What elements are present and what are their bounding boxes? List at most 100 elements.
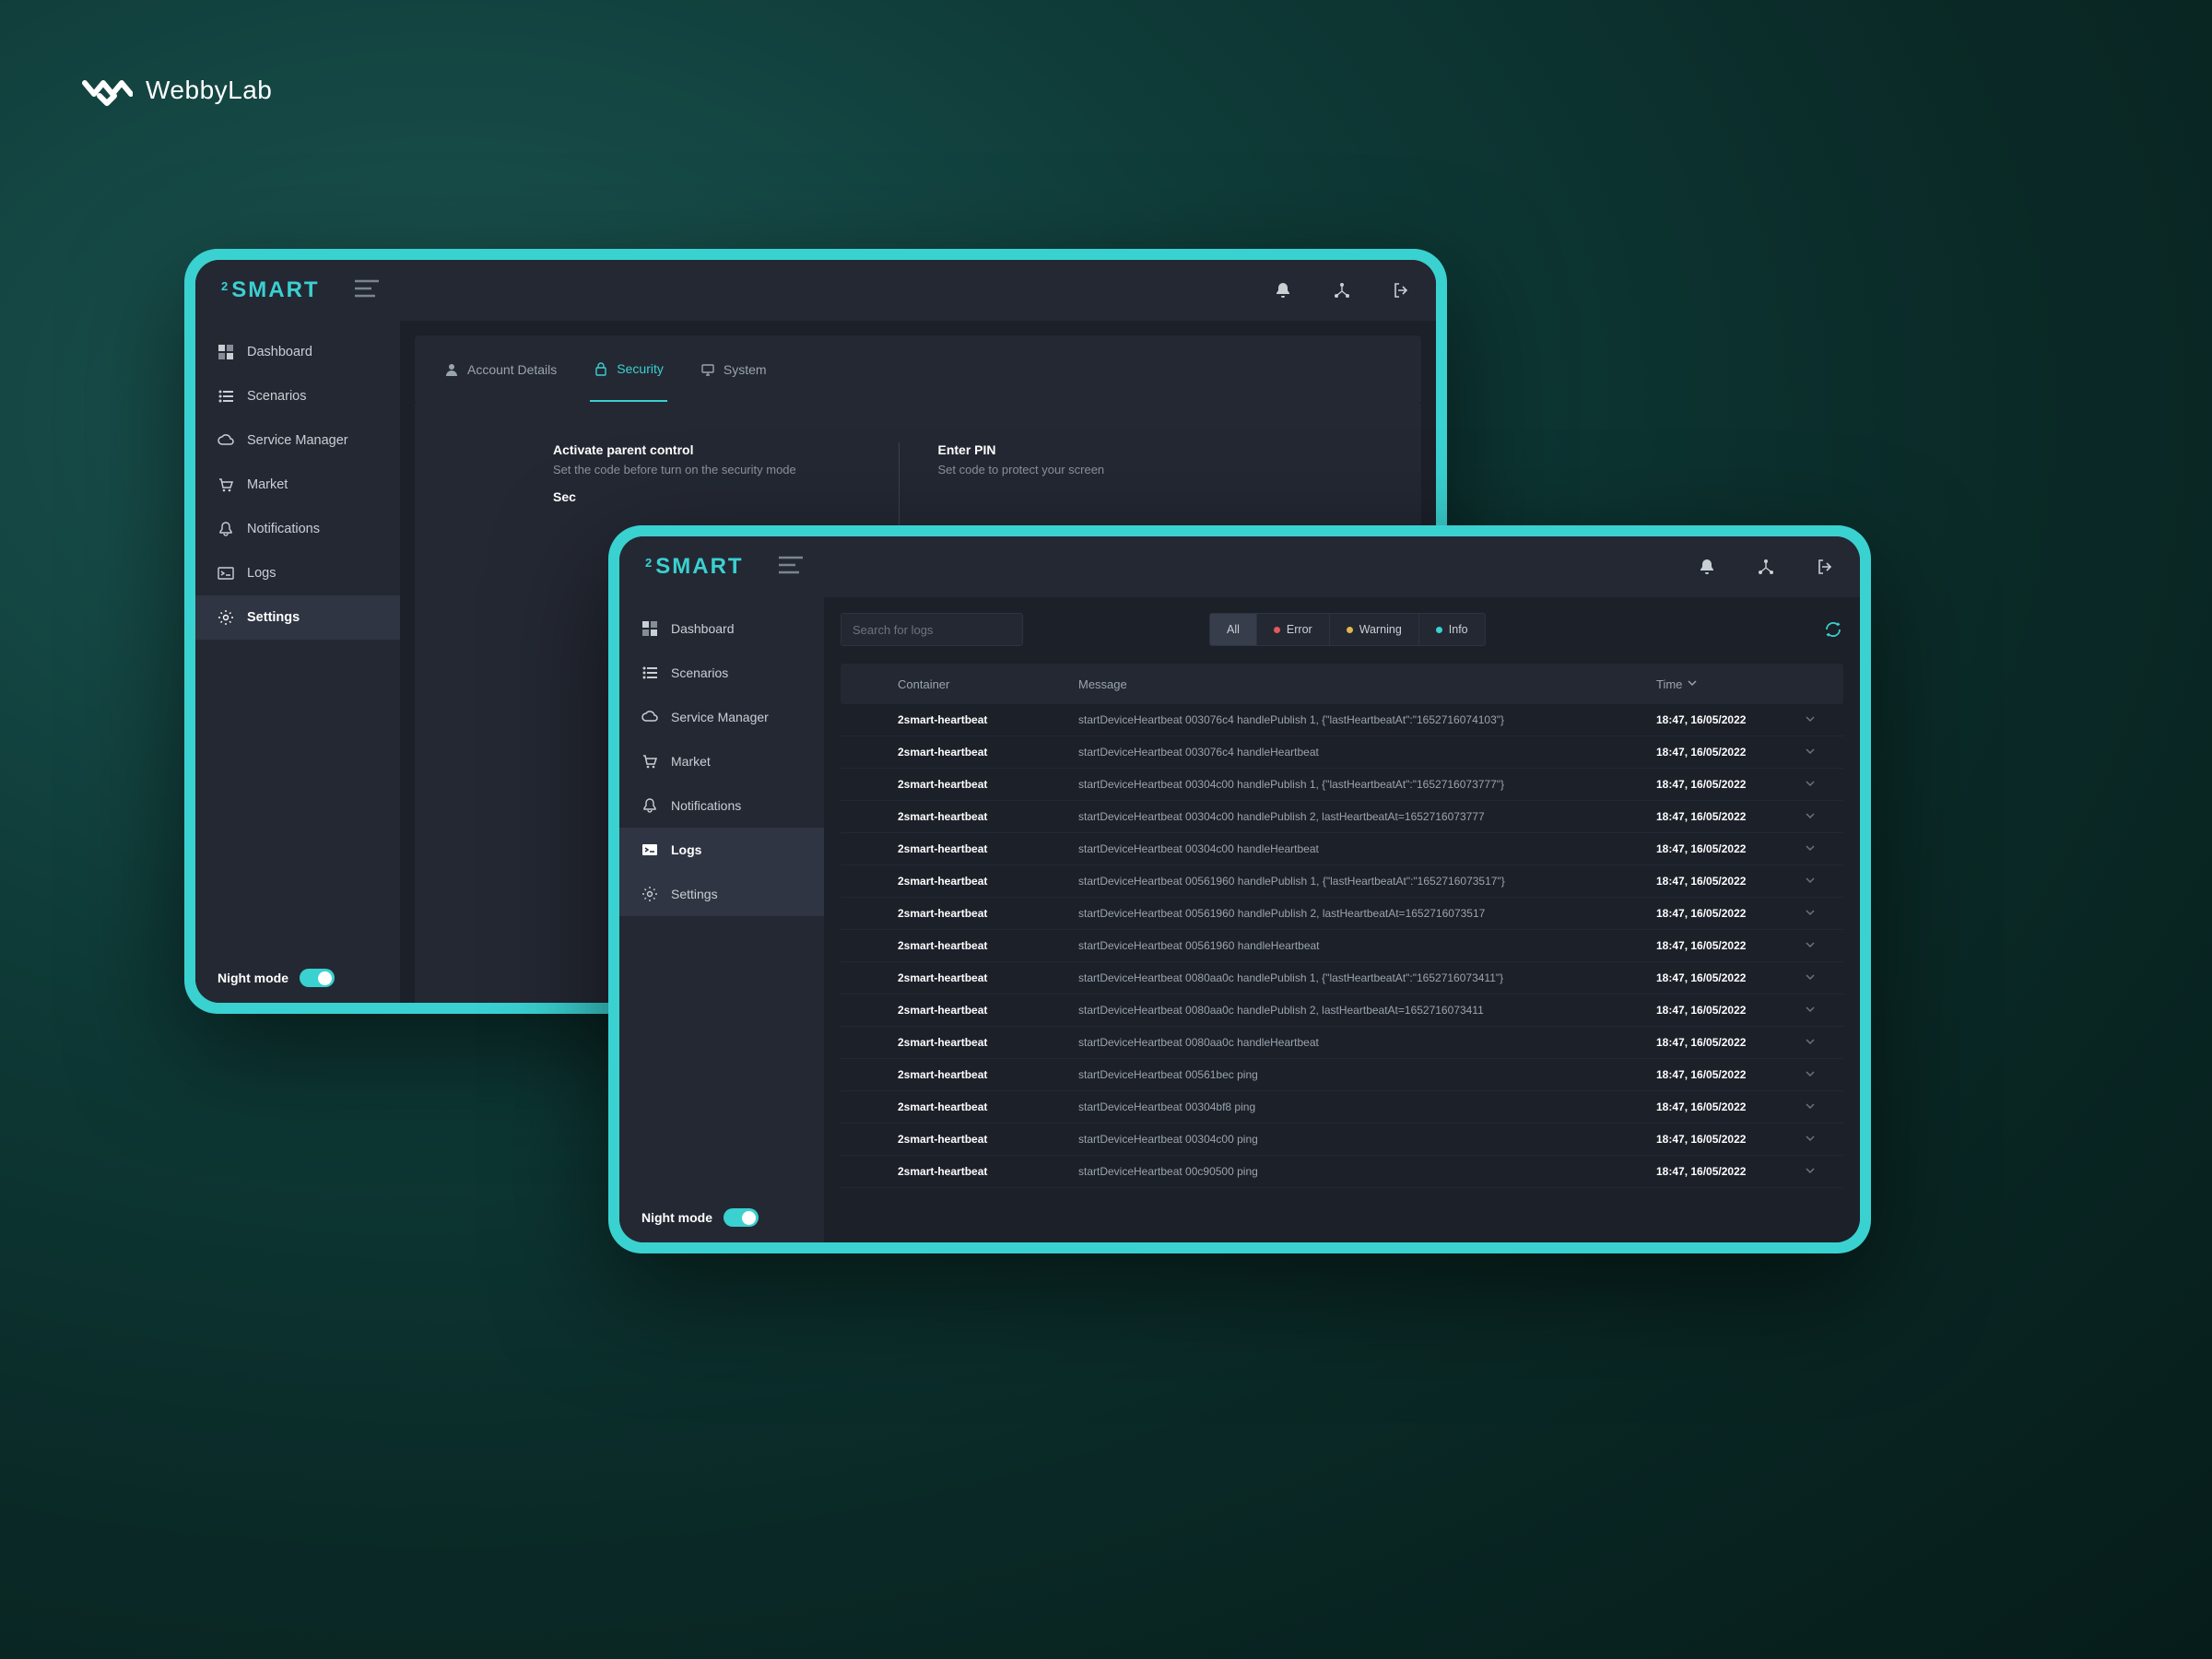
sidebar-item-dashboard[interactable]: Dashboard [195,330,400,374]
cell-message: startDeviceHeartbeat 00561960 handlePubl… [1078,907,1641,920]
expand-row[interactable] [1805,1165,1823,1179]
sidebar-item-scenarios[interactable]: Scenarios [619,651,824,695]
sidebar-item-label: Scenarios [671,665,728,680]
sidebar-item-market[interactable]: Market [619,739,824,783]
network-icon[interactable] [1757,558,1775,576]
sidebar-item-dashboard[interactable]: Dashboard [619,606,824,651]
table-row[interactable]: 2smart-heartbeat startDeviceHeartbeat 00… [841,865,1843,898]
night-mode-toggle[interactable] [300,969,335,987]
cell-time: 18:47, 16/05/2022 [1656,842,1790,855]
filter-warning[interactable]: Warning [1330,614,1419,645]
sidebar-item-notifications[interactable]: Notifications [619,783,824,828]
chevron-down-icon [1805,1004,1816,1015]
table-row[interactable]: 2smart-heartbeat startDeviceHeartbeat 00… [841,1091,1843,1124]
th-time[interactable]: Time [1656,677,1790,691]
menu-toggle[interactable] [777,555,805,580]
cell-message: startDeviceHeartbeat 0080aa0c handleHear… [1078,1036,1641,1049]
expand-row[interactable] [1805,778,1823,792]
search-box[interactable] [841,613,1023,646]
cell-message: startDeviceHeartbeat 00561bec ping [1078,1068,1641,1081]
expand-row[interactable] [1805,971,1823,985]
table-row[interactable]: 2smart-heartbeat startDeviceHeartbeat 00… [841,1027,1843,1059]
sidebar-item-settings[interactable]: Settings [619,872,824,916]
expand-row[interactable] [1805,713,1823,727]
logout-icon[interactable] [1392,281,1410,300]
sidebar-item-service[interactable]: Service Manager [619,695,824,739]
expand-row[interactable] [1805,907,1823,921]
device-logs: 2SMART Dashboard Scenarios Service Manag… [608,525,1871,1253]
table-row[interactable]: 2smart-heartbeat startDeviceHeartbeat 00… [841,898,1843,930]
tab-security[interactable]: Security [590,337,667,402]
cloud-icon [218,432,234,449]
chevron-down-icon [1805,1100,1816,1112]
night-mode-label: Night mode [641,1210,712,1225]
table-row[interactable]: 2smart-heartbeat startDeviceHeartbeat 00… [841,801,1843,833]
sidebar-item-market[interactable]: Market [195,463,400,507]
expand-row[interactable] [1805,875,1823,888]
network-icon[interactable] [1333,281,1351,300]
table-row[interactable]: 2smart-heartbeat startDeviceHeartbeat 00… [841,833,1843,865]
sidebar-item-service[interactable]: Service Manager [195,418,400,463]
sidebar-item-label: Scenarios [247,389,306,404]
refresh-button[interactable] [1823,619,1843,640]
error-dot-icon [1274,627,1280,633]
menu-toggle[interactable] [353,278,381,303]
app-logo[interactable]: 2SMART [645,554,744,580]
search-input[interactable] [853,623,1015,637]
table-row[interactable]: 2smart-heartbeat startDeviceHeartbeat 00… [841,769,1843,801]
expand-row[interactable] [1805,810,1823,824]
table-row[interactable]: 2smart-heartbeat startDeviceHeartbeat 00… [841,736,1843,769]
sidebar-item-label: Logs [247,566,276,581]
table-row[interactable]: 2smart-heartbeat startDeviceHeartbeat 00… [841,1124,1843,1156]
table-row[interactable]: 2smart-heartbeat startDeviceHeartbeat 00… [841,1059,1843,1091]
brand-logo: WebbyLab [81,72,272,109]
app-logo[interactable]: 2SMART [221,277,320,303]
cell-container: 2smart-heartbeat [898,939,1064,952]
chevron-down-icon [1805,1165,1816,1176]
cell-time: 18:47, 16/05/2022 [1656,713,1790,726]
chevron-down-icon [1805,971,1816,982]
table-row[interactable]: 2smart-heartbeat startDeviceHeartbeat 00… [841,930,1843,962]
sidebar-item-label: Settings [247,610,300,625]
logout-icon[interactable] [1816,558,1834,576]
expand-row[interactable] [1805,1036,1823,1050]
chevron-down-icon [1805,1068,1816,1079]
expand-row[interactable] [1805,1068,1823,1082]
brand-name: WebbyLab [146,76,272,105]
sidebar-item-scenarios[interactable]: Scenarios [195,374,400,418]
filter-error[interactable]: Error [1257,614,1330,645]
sidebar-item-notifications[interactable]: Notifications [195,507,400,551]
sidebar-item-settings[interactable]: Settings [195,595,400,640]
night-mode-label: Night mode [218,971,288,985]
cell-message: startDeviceHeartbeat 0080aa0c handlePubl… [1078,1004,1641,1017]
filter-info[interactable]: Info [1419,614,1485,645]
expand-row[interactable] [1805,842,1823,856]
cell-container: 2smart-heartbeat [898,1004,1064,1017]
expand-row[interactable] [1805,746,1823,759]
chevron-down-icon [1805,907,1816,918]
expand-row[interactable] [1805,939,1823,953]
table-row[interactable]: 2smart-heartbeat startDeviceHeartbeat 00… [841,1156,1843,1188]
tab-system[interactable]: System [697,338,771,401]
user-icon [444,362,459,377]
tab-account[interactable]: Account Details [441,338,560,401]
expand-row[interactable] [1805,1100,1823,1114]
cell-container: 2smart-heartbeat [898,746,1064,759]
sidebar-item-label: Market [671,754,711,769]
bell-icon[interactable] [1274,281,1292,300]
expand-row[interactable] [1805,1133,1823,1147]
filter-all[interactable]: All [1210,614,1257,645]
sidebar-item-label: Dashboard [247,345,312,359]
sidebar-item-logs[interactable]: Logs [619,828,824,872]
table-row[interactable]: 2smart-heartbeat startDeviceHeartbeat 00… [841,994,1843,1027]
sidebar-item-logs[interactable]: Logs [195,551,400,595]
table-row[interactable]: 2smart-heartbeat startDeviceHeartbeat 00… [841,704,1843,736]
filter-group: All Error Warning Info [1209,613,1486,646]
expand-row[interactable] [1805,1004,1823,1018]
sidebar-item-label: Logs [671,842,701,857]
sidebar: Dashboard Scenarios Service Manager Mark… [195,321,400,1003]
cell-time: 18:47, 16/05/2022 [1656,939,1790,952]
night-mode-toggle[interactable] [724,1208,759,1227]
bell-icon[interactable] [1698,558,1716,576]
table-row[interactable]: 2smart-heartbeat startDeviceHeartbeat 00… [841,962,1843,994]
